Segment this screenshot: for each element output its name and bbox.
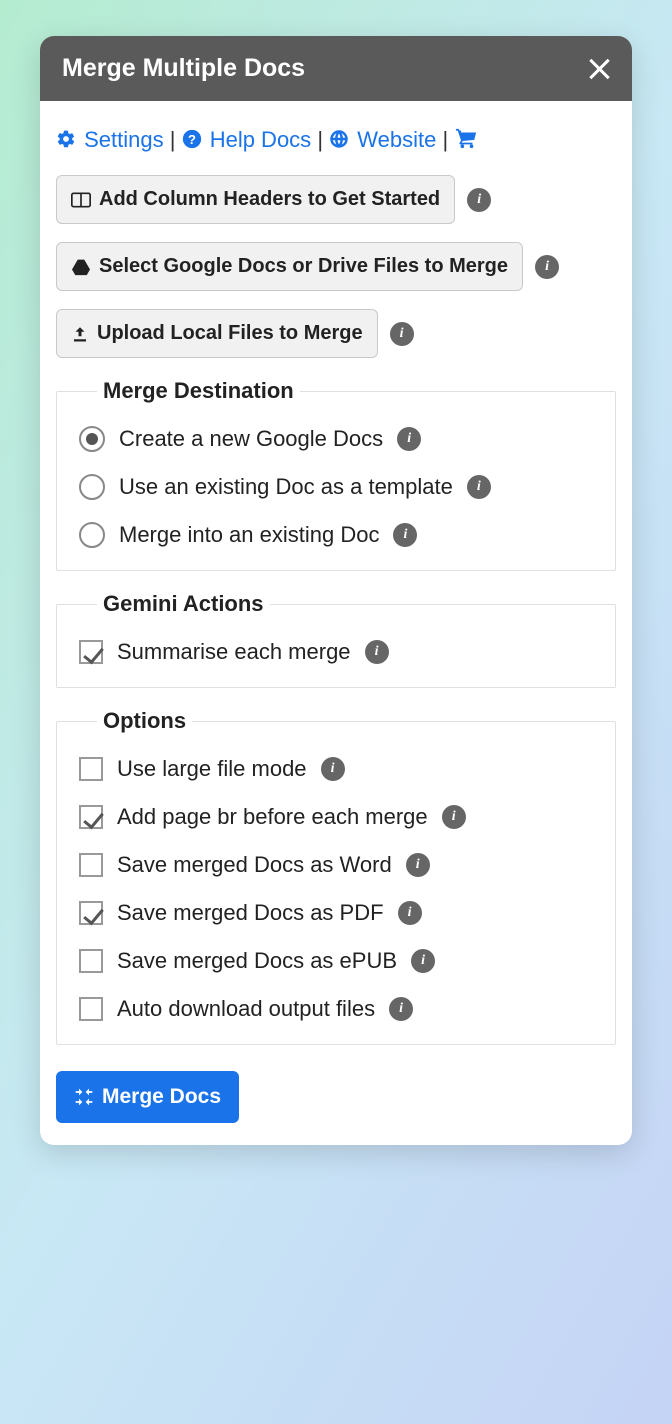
info-icon[interactable]: i	[406, 853, 430, 877]
dialog-title: Merge Multiple Docs	[62, 54, 305, 83]
checkbox-row: Save merged Docs as ePUB i	[79, 948, 597, 974]
question-circle-icon: ?	[182, 129, 202, 149]
cart-icon	[454, 127, 478, 149]
info-icon[interactable]: i	[411, 949, 435, 973]
drive-icon	[71, 258, 91, 276]
checkbox-row: Auto download output files i	[79, 996, 597, 1022]
nav-links: Settings | ? Help Docs | Website |	[56, 127, 616, 175]
nav-separator: |	[170, 127, 182, 152]
nav-separator: |	[442, 127, 454, 152]
nav-settings-link[interactable]: Settings	[84, 127, 164, 152]
button-label: Add Column Headers to Get Started	[99, 188, 440, 211]
checkbox-row: Use large file mode i	[79, 756, 597, 782]
checkbox-auto-download[interactable]	[79, 997, 103, 1021]
action-row: Add Column Headers to Get Started i	[56, 175, 616, 224]
info-icon[interactable]: i	[398, 901, 422, 925]
checkbox-label: Save merged Docs as PDF	[117, 900, 384, 926]
options-group: Options Use large file mode i Add page b…	[56, 708, 616, 1045]
action-row: Select Google Docs or Drive Files to Mer…	[56, 242, 616, 291]
checkbox-save-word[interactable]	[79, 853, 103, 877]
checkbox-label: Save merged Docs as Word	[117, 852, 392, 878]
checkbox-large-file[interactable]	[79, 757, 103, 781]
button-label: Merge Docs	[102, 1085, 221, 1109]
gemini-actions-group: Gemini Actions Summarise each merge i	[56, 591, 616, 688]
columns-icon	[71, 192, 91, 208]
checkbox-label: Add page br before each merge	[117, 804, 428, 830]
checkbox-label: Auto download output files	[117, 996, 375, 1022]
select-google-docs-button[interactable]: Select Google Docs or Drive Files to Mer…	[56, 242, 523, 291]
info-icon[interactable]: i	[535, 255, 559, 279]
info-icon[interactable]: i	[393, 523, 417, 547]
checkbox-row: Add page br before each merge i	[79, 804, 597, 830]
gear-icon	[56, 129, 76, 149]
radio-row: Use an existing Doc as a template i	[79, 474, 597, 500]
nav-separator: |	[317, 127, 329, 152]
checkbox-row: Save merged Docs as Word i	[79, 852, 597, 878]
info-icon[interactable]: i	[321, 757, 345, 781]
info-icon[interactable]: i	[467, 188, 491, 212]
checkbox-save-pdf[interactable]	[79, 901, 103, 925]
nav-cart-link[interactable]	[454, 127, 480, 152]
info-icon[interactable]: i	[442, 805, 466, 829]
upload-icon	[71, 325, 89, 343]
checkbox-save-epub[interactable]	[79, 949, 103, 973]
checkbox-row: Save merged Docs as PDF i	[79, 900, 597, 926]
add-column-headers-button[interactable]: Add Column Headers to Get Started	[56, 175, 455, 224]
checkbox-label: Summarise each merge	[117, 639, 351, 665]
radio-use-template[interactable]	[79, 474, 105, 500]
dialog-content: Settings | ? Help Docs | Website |	[40, 101, 632, 1145]
radio-label: Create a new Google Docs	[119, 426, 383, 452]
checkbox-label: Save merged Docs as ePUB	[117, 948, 397, 974]
info-icon[interactable]: i	[365, 640, 389, 664]
close-icon[interactable]	[588, 58, 610, 80]
info-icon[interactable]: i	[390, 322, 414, 346]
info-icon[interactable]: i	[389, 997, 413, 1021]
globe-icon	[329, 129, 349, 149]
checkbox-page-break[interactable]	[79, 805, 103, 829]
button-label: Select Google Docs or Drive Files to Mer…	[99, 255, 508, 278]
fieldset-legend: Options	[97, 708, 192, 734]
merge-destination-group: Merge Destination Create a new Google Do…	[56, 378, 616, 571]
nav-helpdocs-link[interactable]: Help Docs	[210, 127, 311, 152]
checkbox-label: Use large file mode	[117, 756, 307, 782]
dialog-panel: Merge Multiple Docs Settings | ? Help Do…	[40, 36, 632, 1145]
radio-row: Create a new Google Docs i	[79, 426, 597, 452]
checkbox-row: Summarise each merge i	[79, 639, 597, 665]
info-icon[interactable]: i	[467, 475, 491, 499]
nav-website-link[interactable]: Website	[357, 127, 436, 152]
button-label: Upload Local Files to Merge	[97, 322, 363, 345]
title-bar: Merge Multiple Docs	[40, 36, 632, 101]
merge-docs-button[interactable]: Merge Docs	[56, 1071, 239, 1123]
fieldset-legend: Gemini Actions	[97, 591, 270, 617]
info-icon[interactable]: i	[397, 427, 421, 451]
checkbox-summarise[interactable]	[79, 640, 103, 664]
radio-row: Merge into an existing Doc i	[79, 522, 597, 548]
upload-local-files-button[interactable]: Upload Local Files to Merge	[56, 309, 378, 358]
radio-label: Use an existing Doc as a template	[119, 474, 453, 500]
merge-icon	[74, 1087, 94, 1107]
action-row: Upload Local Files to Merge i	[56, 309, 616, 358]
fieldset-legend: Merge Destination	[97, 378, 300, 404]
radio-create-new[interactable]	[79, 426, 105, 452]
svg-text:?: ?	[188, 132, 196, 147]
radio-label: Merge into an existing Doc	[119, 522, 379, 548]
radio-merge-existing[interactable]	[79, 522, 105, 548]
